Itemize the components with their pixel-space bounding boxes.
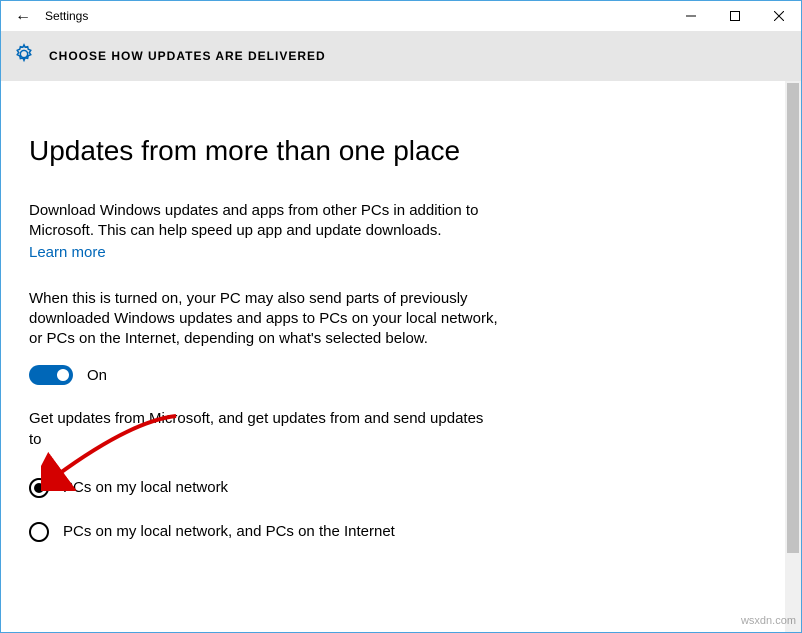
content-body: Updates from more than one place Downloa… — [1, 81, 785, 632]
prompt-text: Get updates from Microsoft, and get upda… — [29, 409, 499, 450]
learn-more-link[interactable]: Learn more — [29, 244, 106, 261]
maximize-button[interactable] — [713, 1, 757, 31]
delivery-toggle[interactable] — [29, 365, 73, 385]
toggle-knob — [57, 369, 69, 381]
radio-local[interactable] — [29, 478, 49, 498]
close-button[interactable] — [757, 1, 801, 31]
radio-internet-label: PCs on my local network, and PCs on the … — [63, 523, 395, 540]
minimize-button[interactable] — [669, 1, 713, 31]
close-icon — [774, 11, 784, 21]
minimize-icon — [686, 11, 696, 21]
toggle-label: On — [87, 367, 107, 384]
intro-text: Download Windows updates and apps from o… — [29, 201, 499, 242]
page-title: Updates from more than one place — [29, 135, 757, 167]
window-title: Settings — [45, 9, 88, 23]
radio-local-label: PCs on my local network — [63, 479, 228, 496]
scrollbar-thumb[interactable] — [787, 83, 799, 553]
radio-internet[interactable] — [29, 522, 49, 542]
radio-option-local[interactable]: PCs on my local network — [29, 478, 757, 498]
gear-icon — [13, 43, 35, 70]
toggle-row: On — [29, 365, 757, 385]
radio-option-internet[interactable]: PCs on my local network, and PCs on the … — [29, 522, 757, 542]
vertical-scrollbar[interactable] — [785, 81, 801, 632]
page-header: CHOOSE HOW UPDATES ARE DELIVERED — [1, 31, 801, 81]
content-area: Updates from more than one place Downloa… — [1, 81, 801, 632]
explain-text: When this is turned on, your PC may also… — [29, 289, 499, 350]
page-caption: CHOOSE HOW UPDATES ARE DELIVERED — [49, 49, 326, 63]
back-button[interactable]: ← — [1, 7, 45, 25]
titlebar: ← Settings — [1, 1, 801, 31]
settings-window: ← Settings CHOOSE HOW UPDATES ARE DELIVE… — [0, 0, 802, 633]
maximize-icon — [730, 11, 740, 21]
